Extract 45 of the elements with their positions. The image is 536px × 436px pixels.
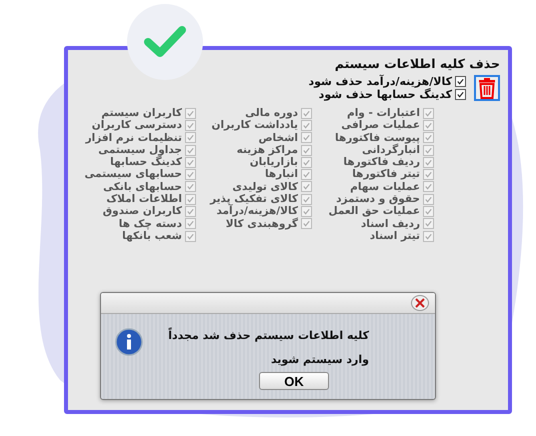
checkbox[interactable] [455, 76, 466, 87]
option-label: تیتر فاکتورها [352, 168, 420, 181]
option-label: حسابهای بانکی [103, 180, 182, 194]
option-label: کدینگ حسابها حذف شود [318, 88, 452, 101]
option-label: حقوق و دستمزد [336, 193, 420, 206]
window-title: حذف کلیه اطلاعات سیستم [334, 56, 501, 71]
option-label: اطلاعات املاک [106, 193, 182, 206]
close-button[interactable] [411, 295, 429, 311]
option-label: شعب بانکها [122, 230, 182, 242]
option-label: کاربران صندوق [102, 205, 182, 218]
option-label: پیوست فاکتورها [335, 132, 420, 144]
option-label: تنظیمات نرم افزار [86, 132, 182, 144]
delete-button[interactable] [474, 75, 500, 101]
message-text: کلیه اطلاعات سیستم حذف شد مجدداً [167, 326, 369, 344]
option-label: کالای تفکیک پذیر [210, 193, 298, 206]
option-label: اعتبارات - وام [347, 107, 420, 120]
option-label: عملیات حق العمل [328, 205, 420, 218]
option-label: حسابهای سیستمی [84, 168, 182, 181]
trash-icon [477, 77, 497, 99]
checkbox[interactable] [455, 89, 466, 100]
option-label: کاربران سیستم [101, 107, 182, 120]
info-icon [115, 328, 143, 356]
option-label: کالای تولیدی [232, 180, 298, 194]
option-label: عملیات صرافی [341, 119, 420, 132]
option-label: کدینگ حسابها [110, 156, 182, 168]
option-label: دسته چک ها [118, 218, 182, 230]
option-label: تیتر اسناد [370, 230, 420, 242]
message-text: وارد سیستم شوید [270, 352, 369, 368]
option-label: انبارها [264, 168, 298, 181]
option-label: ردیف فاکتورها [343, 156, 420, 168]
option-label: دسترسی کاربران [92, 119, 182, 132]
option-label: اشخاص [258, 132, 298, 144]
option-label: عملیات سهام [350, 180, 420, 194]
option-label: دوره مالی [245, 107, 298, 120]
option-label: بازاریابان [250, 156, 298, 168]
option-label: کالا/هزینه/درآمد حذف شود [308, 75, 452, 88]
option-label: مراکز هزینه [236, 144, 298, 156]
close-icon [415, 298, 425, 308]
option-label: ردیف اسناد [360, 218, 420, 230]
option-label: جداول سیستمی [98, 144, 182, 156]
option-label: انبارگردانی [362, 144, 420, 156]
ok-button[interactable]: OK [259, 372, 329, 390]
option-label: گروهبندی کالا [226, 218, 298, 230]
option-label: کالا/هزینه/درآمد [216, 205, 298, 218]
option-label: یادداشت کاربران [212, 119, 298, 132]
